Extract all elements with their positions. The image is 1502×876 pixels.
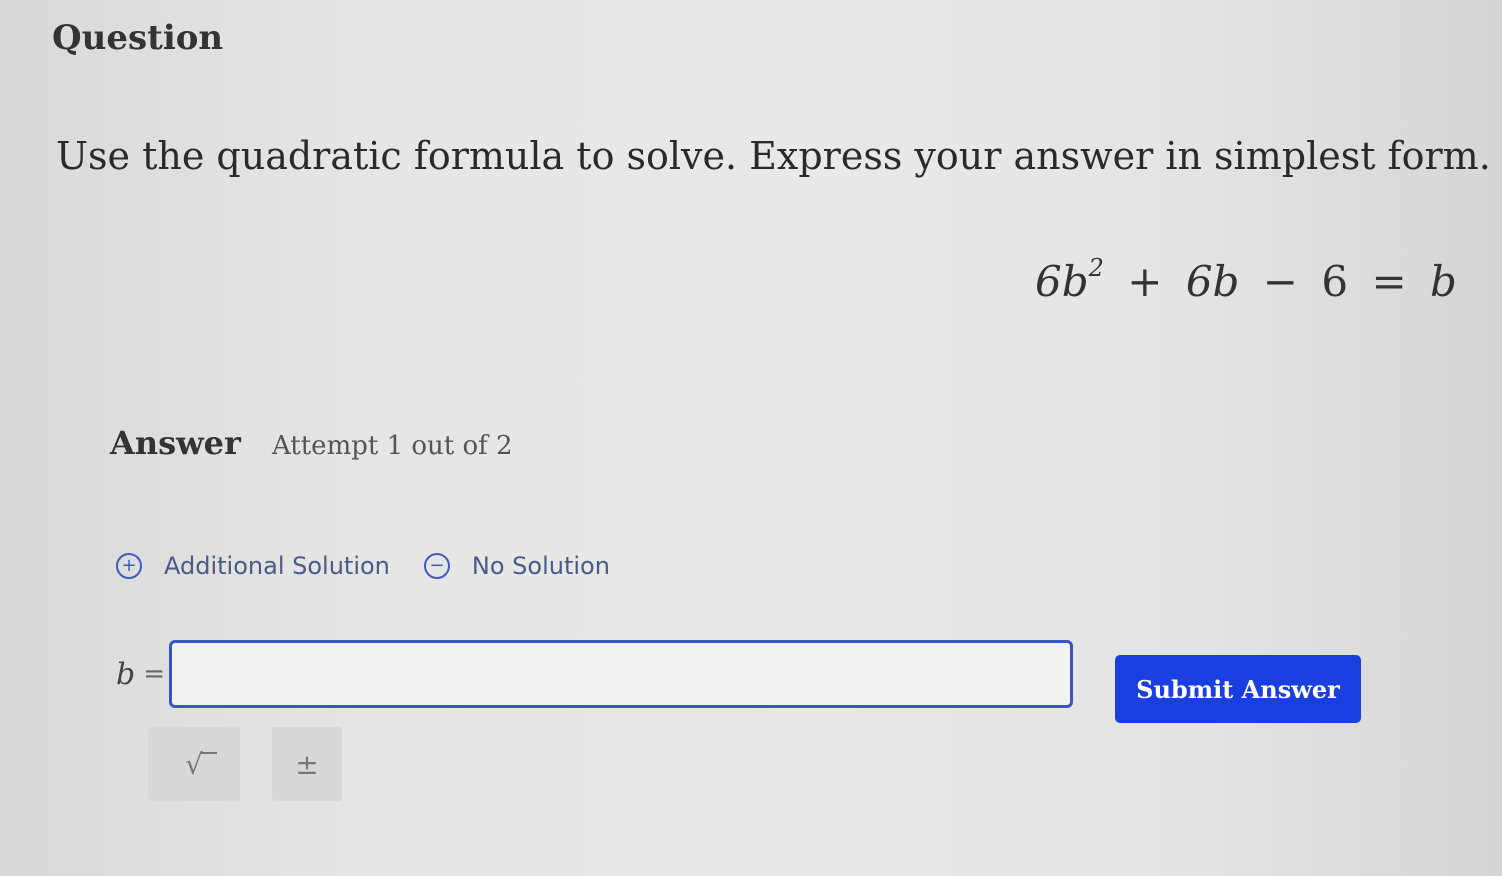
minus-circle-icon: − bbox=[423, 553, 450, 579]
equation-term-a: 6b bbox=[1035, 257, 1089, 306]
attempt-counter: Attempt 1 out of 2 bbox=[271, 431, 513, 461]
square-root-icon: √ bbox=[185, 747, 217, 781]
equation-plus: + bbox=[1127, 257, 1163, 306]
equation-rhs: b bbox=[1430, 257, 1457, 306]
additional-solution-button[interactable]: + Additional Solution bbox=[116, 552, 390, 580]
equation-term-b: 6b bbox=[1185, 257, 1240, 306]
equation-minus: − bbox=[1262, 257, 1298, 306]
plus-minus-icon: ± bbox=[295, 747, 319, 781]
solution-options: + Additional Solution − No Solution bbox=[116, 552, 644, 580]
answer-variable: b bbox=[116, 656, 136, 692]
square-root-button[interactable]: √ bbox=[148, 727, 240, 801]
equation-constant: 6 bbox=[1321, 257, 1349, 306]
plus-minus-button[interactable]: ± bbox=[272, 727, 342, 801]
answer-header: Answer Attempt 1 out of 2 bbox=[110, 424, 513, 462]
equation: 6b2 + 6b − 6 = b bbox=[1035, 254, 1457, 306]
answer-label: Answer bbox=[110, 424, 241, 462]
question-prompt: Use the quadratic formula to solve. Expr… bbox=[56, 134, 1491, 178]
answer-equals-sign: = bbox=[143, 659, 166, 689]
equation-exponent: 2 bbox=[1088, 254, 1104, 282]
plus-circle-icon: + bbox=[116, 553, 142, 579]
question-heading: Question bbox=[52, 18, 224, 58]
answer-input[interactable] bbox=[169, 640, 1074, 708]
no-solution-button[interactable]: − No Solution bbox=[423, 552, 610, 580]
additional-solution-label: Additional Solution bbox=[164, 552, 390, 580]
equation-equals: = bbox=[1371, 257, 1407, 306]
answer-input-row: b = bbox=[116, 640, 1074, 708]
submit-answer-button[interactable]: Submit Answer bbox=[1115, 655, 1361, 723]
no-solution-label: No Solution bbox=[471, 552, 610, 580]
